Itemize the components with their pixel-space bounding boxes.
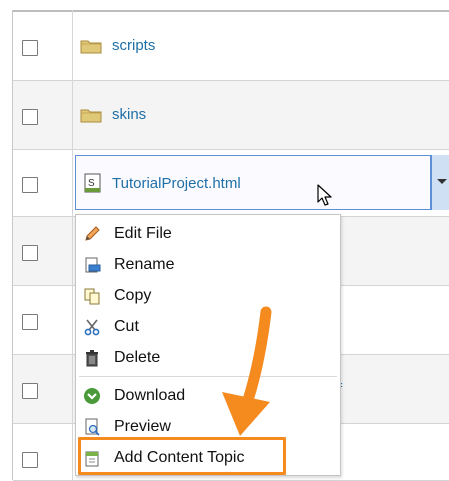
menu-item-edit-file[interactable]: Edit File (82, 221, 172, 247)
file-entry-skins[interactable]: skins (80, 106, 146, 123)
pencil-icon (82, 224, 102, 244)
menu-item-label: Edit File (114, 225, 172, 242)
row-checkbox[interactable] (22, 40, 38, 56)
menu-item-rename[interactable]: Rename (82, 252, 174, 278)
row-checkbox[interactable] (22, 452, 38, 468)
menu-item-cut[interactable]: Cut (82, 314, 139, 340)
menu-item-download[interactable]: Download (82, 383, 185, 409)
file-name-link[interactable]: skins (112, 106, 146, 123)
table-left-border (12, 10, 13, 480)
chevron-down-icon (437, 179, 447, 184)
table-row[interactable] (13, 81, 449, 150)
html-file-icon: S (84, 173, 102, 193)
scissors-icon (82, 317, 102, 337)
folder-icon (80, 107, 102, 123)
file-entry-scripts[interactable]: scripts (80, 37, 155, 54)
row-checkbox[interactable] (22, 109, 38, 125)
svg-text:S: S (88, 178, 95, 189)
mouse-cursor-icon (317, 184, 333, 213)
row-checkbox[interactable] (22, 314, 38, 330)
trash-icon (82, 348, 102, 368)
row-checkbox[interactable] (22, 245, 38, 261)
row-checkbox[interactable] (22, 177, 38, 193)
menu-item-label: Download (114, 387, 186, 404)
menu-item-label: Copy (114, 287, 152, 304)
folder-icon (80, 38, 102, 54)
rename-icon (82, 255, 102, 275)
file-table: scripts skins S TutorialProject.html Edi… (0, 0, 449, 481)
file-name-link[interactable]: scripts (112, 37, 155, 54)
annotation-arrow-icon (210, 300, 280, 445)
menu-separator (79, 376, 337, 377)
menu-item-label: Preview (114, 418, 171, 435)
file-name-link[interactable]: TutorialProject.html (112, 175, 241, 192)
menu-item-label: Cut (114, 318, 139, 335)
download-icon (82, 386, 102, 406)
file-entry-tutorialproject[interactable]: S TutorialProject.html (84, 173, 241, 193)
menu-item-delete[interactable]: Delete (82, 345, 160, 371)
menu-item-copy[interactable]: Copy (82, 283, 151, 309)
menu-item-label: Delete (114, 349, 161, 366)
table-row[interactable] (13, 12, 449, 81)
row-actions-dropdown-button[interactable] (431, 155, 449, 210)
row-checkbox[interactable] (22, 383, 38, 399)
copy-icon (82, 286, 102, 306)
column-divider (72, 10, 73, 480)
preview-icon (82, 417, 102, 437)
menu-item-label: Rename (114, 256, 175, 273)
